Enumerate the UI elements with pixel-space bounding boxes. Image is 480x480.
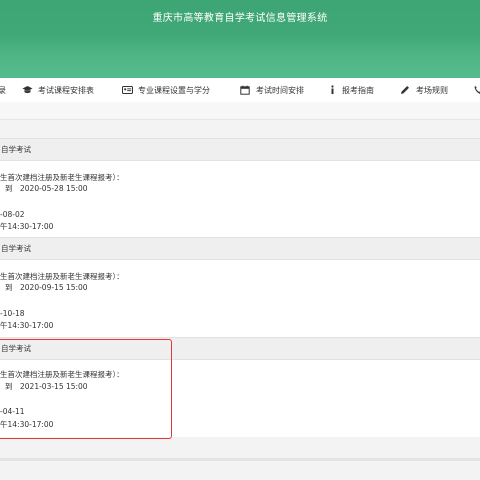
exam-time: 午14:30-17:00 [0,321,54,330]
nav-item-exam-course-schedule[interactable]: 考试课程安排表 [22,78,94,102]
nav-item-label: 专业课程设置与学分 [138,85,210,95]
id-card-icon [122,85,133,95]
nav-item-registration-guide[interactable]: 报考指南 [330,78,374,102]
graduation-cap-icon [22,85,33,95]
exam-date: -08-02 [0,210,25,219]
exam-panel: 自学考试 生首次建档注册及新老生课程报考）： 到 2020-09-15 15:0… [0,237,480,337]
nav-item-contact[interactable] [473,78,480,102]
exam-time: 午14:30-17:00 [0,222,54,231]
phone-icon [473,85,480,95]
nav-item-label: 录 [0,85,6,95]
exam-date: -10-18 [0,309,25,318]
main-nav: 录 考试课程安排表 专业课程设置与学分 考试时间安排 报考指南 考场规则 [0,78,480,102]
nav-item-label: 考场规则 [416,85,448,95]
exam-panel-title: 自学考试 [0,139,480,161]
registration-deadline: 到 2020-05-28 15:00 [5,184,88,193]
nav-item-exam-rules[interactable]: 考场规则 [400,78,448,102]
highlight-box [0,339,172,439]
app-header: 重庆市高等教育自学考试信息管理系统 [0,0,480,78]
registration-label: 生首次建档注册及新老生课程报考）： [0,272,124,281]
nav-item-major-courses[interactable]: 专业课程设置与学分 [122,78,210,102]
bottom-divider [0,458,480,461]
nav-item-label: 报考指南 [342,85,374,95]
nav-item-exam-time[interactable]: 考试时间安排 [240,78,304,102]
exam-panel: 自学考试 生首次建档注册及新老生课程报考）： 到 2020-05-28 15:0… [0,138,480,237]
pencil-icon [400,85,410,95]
page-title: 重庆市高等教育自学考试信息管理系统 [152,13,328,24]
nav-item-label: 考试课程安排表 [38,85,94,95]
content-top-strip [0,102,480,120]
exam-panel-title: 自学考试 [0,238,480,260]
calendar-icon [240,85,250,95]
info-icon [330,85,336,95]
registration-deadline: 到 2020-09-15 15:00 [5,283,88,292]
registration-label: 生首次建档注册及新老生课程报考）： [0,173,124,182]
nav-item-label: 考试时间安排 [256,85,304,95]
nav-item-login[interactable]: 录 [0,78,6,102]
